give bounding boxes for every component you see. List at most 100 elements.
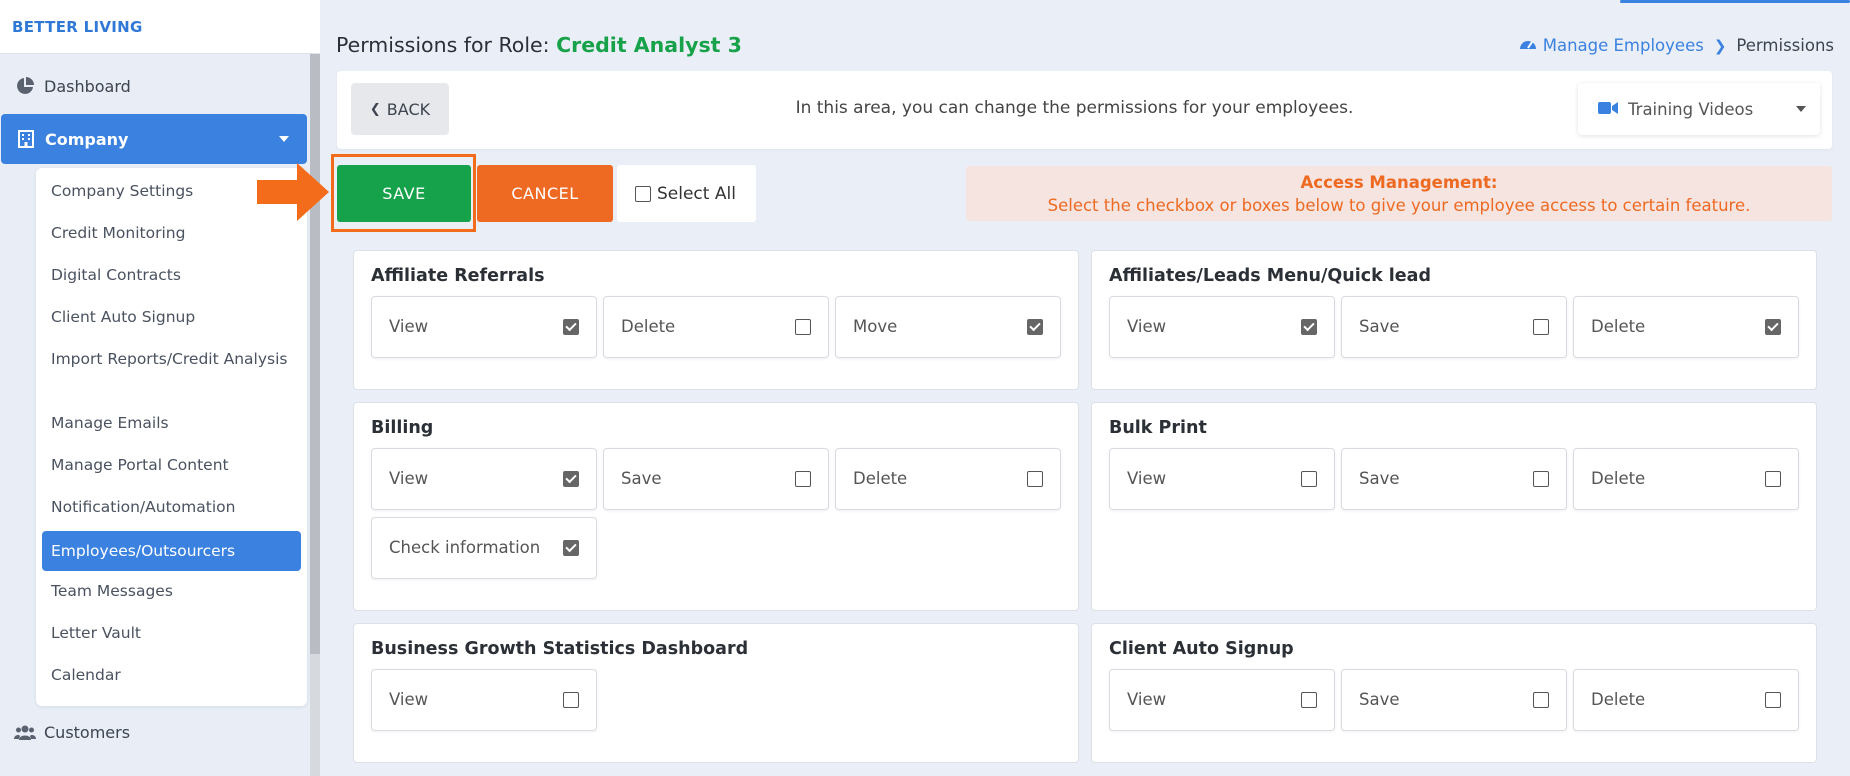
training-videos-dropdown[interactable]: Training Videos <box>1578 83 1820 135</box>
submenu-item-calendar[interactable]: Calendar <box>42 664 301 687</box>
video-camera-icon <box>1598 100 1618 119</box>
permission-option[interactable]: Delete <box>1573 296 1799 358</box>
permission-option[interactable]: View <box>371 296 597 358</box>
submenu-item-client-auto-signup[interactable]: Client Auto Signup <box>42 306 301 329</box>
card-title: Affiliates/Leads Menu/Quick lead <box>1109 266 1432 286</box>
permission-label: Save <box>1359 317 1400 336</box>
permission-checkbox[interactable] <box>563 471 579 487</box>
permission-option[interactable]: Save <box>1341 296 1567 358</box>
submenu-item-import-reports[interactable]: Import Reports/Credit Analysis <box>42 348 301 371</box>
permission-checkbox[interactable] <box>1533 471 1549 487</box>
permission-card: Client Auto Signup View Save Delete <box>1091 623 1817 763</box>
permission-option[interactable]: Delete <box>603 296 829 358</box>
permission-card: Bulk Print View Save Delete <box>1091 402 1817 611</box>
page-title-prefix: Permissions for Role: <box>336 33 557 57</box>
card-title: Affiliate Referrals <box>371 266 545 286</box>
save-button[interactable]: SAVE <box>337 165 471 222</box>
permission-option[interactable]: View <box>1109 296 1335 358</box>
submenu-item-manage-portal-content[interactable]: Manage Portal Content <box>42 454 301 477</box>
permission-checkbox[interactable] <box>795 471 811 487</box>
permission-checkbox[interactable] <box>1301 471 1317 487</box>
training-videos-label: Training Videos <box>1628 99 1754 119</box>
permission-option[interactable]: View <box>371 448 597 510</box>
breadcrumb-manage-employees[interactable]: Manage Employees <box>1519 36 1704 55</box>
submenu-item-digital-contracts[interactable]: Digital Contracts <box>42 264 301 287</box>
permission-option[interactable]: Save <box>1341 669 1567 731</box>
page-title: Permissions for Role: Credit Analyst 3 <box>336 33 742 57</box>
submenu-item-manage-emails[interactable]: Manage Emails <box>42 412 301 435</box>
permission-checkbox[interactable] <box>563 540 579 556</box>
breadcrumb: Manage Employees ❯ Permissions <box>1519 36 1834 55</box>
permission-checkbox[interactable] <box>563 319 579 335</box>
permission-checkbox[interactable] <box>1301 319 1317 335</box>
submenu-item-notification-automation[interactable]: Notification/Automation <box>42 496 301 519</box>
permission-checkbox[interactable] <box>1027 471 1043 487</box>
permission-checkbox[interactable] <box>1533 692 1549 708</box>
permission-checkbox[interactable] <box>1301 692 1317 708</box>
permission-option[interactable]: Delete <box>1573 448 1799 510</box>
permission-option[interactable]: View <box>371 669 597 731</box>
caret-down-icon <box>1796 106 1806 112</box>
permission-checkbox[interactable] <box>1765 692 1781 708</box>
submenu-item-credit-monitoring[interactable]: Credit Monitoring <box>42 222 301 245</box>
permission-label: Check information <box>389 538 541 557</box>
card-title: Bulk Print <box>1109 418 1207 438</box>
breadcrumb-link-label: Manage Employees <box>1542 36 1704 55</box>
permission-label: Delete <box>621 317 676 336</box>
info-bar: ❮ BACK In this area, you can change the … <box>337 71 1832 149</box>
card-title: Business Growth Statistics Dashboard <box>371 639 749 659</box>
pie-chart-icon <box>14 75 36 97</box>
permission-label: View <box>389 317 429 336</box>
select-all-toggle[interactable]: Select All <box>617 165 756 222</box>
permission-option[interactable]: Delete <box>1573 669 1799 731</box>
permission-label: Save <box>1359 690 1400 709</box>
brand-name: BETTER LIVING <box>12 17 143 36</box>
permission-option[interactable]: Check information <box>371 517 597 579</box>
role-name: Credit Analyst 3 <box>556 33 742 57</box>
submenu-item-letter-vault[interactable]: Letter Vault <box>42 622 301 645</box>
permission-checkbox[interactable] <box>563 692 579 708</box>
card-title: Client Auto Signup <box>1109 639 1294 659</box>
permission-option[interactable]: Save <box>1341 448 1567 510</box>
caret-down-icon <box>279 136 289 142</box>
select-all-label: Select All <box>657 183 736 204</box>
permission-card: Affiliates/Leads Menu/Quick lead View Sa… <box>1091 250 1817 390</box>
permission-option[interactable]: Delete <box>835 448 1061 510</box>
nav-dashboard-label: Dashboard <box>44 76 131 96</box>
sidebar: BETTER LIVING Dashboard Company Company … <box>0 0 320 776</box>
nav-company[interactable]: Company <box>1 114 307 164</box>
submenu-item-team-messages[interactable]: Team Messages <box>42 580 301 603</box>
nav-customers[interactable]: Customers <box>0 707 307 757</box>
nav-company-label: Company <box>45 129 129 149</box>
permission-label: View <box>389 690 429 709</box>
sidebar-scrollbar-thumb[interactable] <box>310 54 320 654</box>
permission-card: Affiliate Referrals View Delete Move <box>353 250 1079 390</box>
permission-label: Delete <box>1591 690 1646 709</box>
users-icon <box>14 721 36 743</box>
permission-card: Billing View Save Delete Check informati… <box>353 402 1079 611</box>
permission-option[interactable]: View <box>1109 669 1335 731</box>
nav-customers-label: Customers <box>44 722 131 742</box>
permission-label: Delete <box>853 469 908 488</box>
breadcrumb-current: Permissions <box>1736 36 1834 55</box>
company-submenu: Company Settings Credit Monitoring Digit… <box>36 168 307 706</box>
permission-option[interactable]: View <box>1109 448 1335 510</box>
permission-checkbox[interactable] <box>1765 319 1781 335</box>
permission-checkbox[interactable] <box>795 319 811 335</box>
submenu-item-employees-outsourcers[interactable]: Employees/Outsourcers <box>42 531 301 571</box>
select-all-checkbox[interactable] <box>635 185 651 202</box>
card-title: Billing <box>371 418 434 438</box>
permission-option[interactable]: Save <box>603 448 829 510</box>
permission-checkbox[interactable] <box>1027 319 1043 335</box>
permission-label: View <box>1127 317 1167 336</box>
permission-checkbox[interactable] <box>1765 471 1781 487</box>
cancel-button[interactable]: CANCEL <box>477 165 613 222</box>
permission-option[interactable]: Move <box>835 296 1061 358</box>
top-accent-line <box>1620 0 1850 3</box>
permission-label: Delete <box>1591 469 1646 488</box>
nav-dashboard[interactable]: Dashboard <box>0 61 307 111</box>
permission-label: View <box>389 469 429 488</box>
permission-label: View <box>1127 690 1167 709</box>
brand-logo[interactable]: BETTER LIVING <box>0 0 320 54</box>
permission-checkbox[interactable] <box>1533 319 1549 335</box>
